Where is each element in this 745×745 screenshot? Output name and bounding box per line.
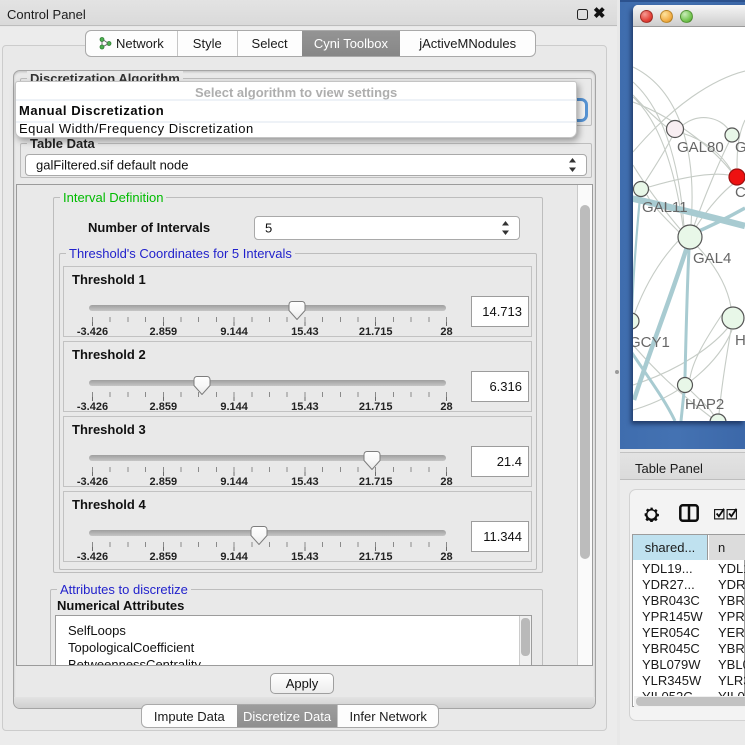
svg-text:C: C <box>735 184 745 201</box>
svg-text:G: G <box>735 139 745 156</box>
svg-text:H: H <box>735 332 745 349</box>
svg-text:GAL4: GAL4 <box>693 250 731 267</box>
svg-text:GAL80: GAL80 <box>677 139 724 156</box>
svg-text:GAL11: GAL11 <box>642 199 688 216</box>
svg-text:HAP2: HAP2 <box>685 396 724 413</box>
svg-text:GCY1: GCY1 <box>633 334 670 351</box>
